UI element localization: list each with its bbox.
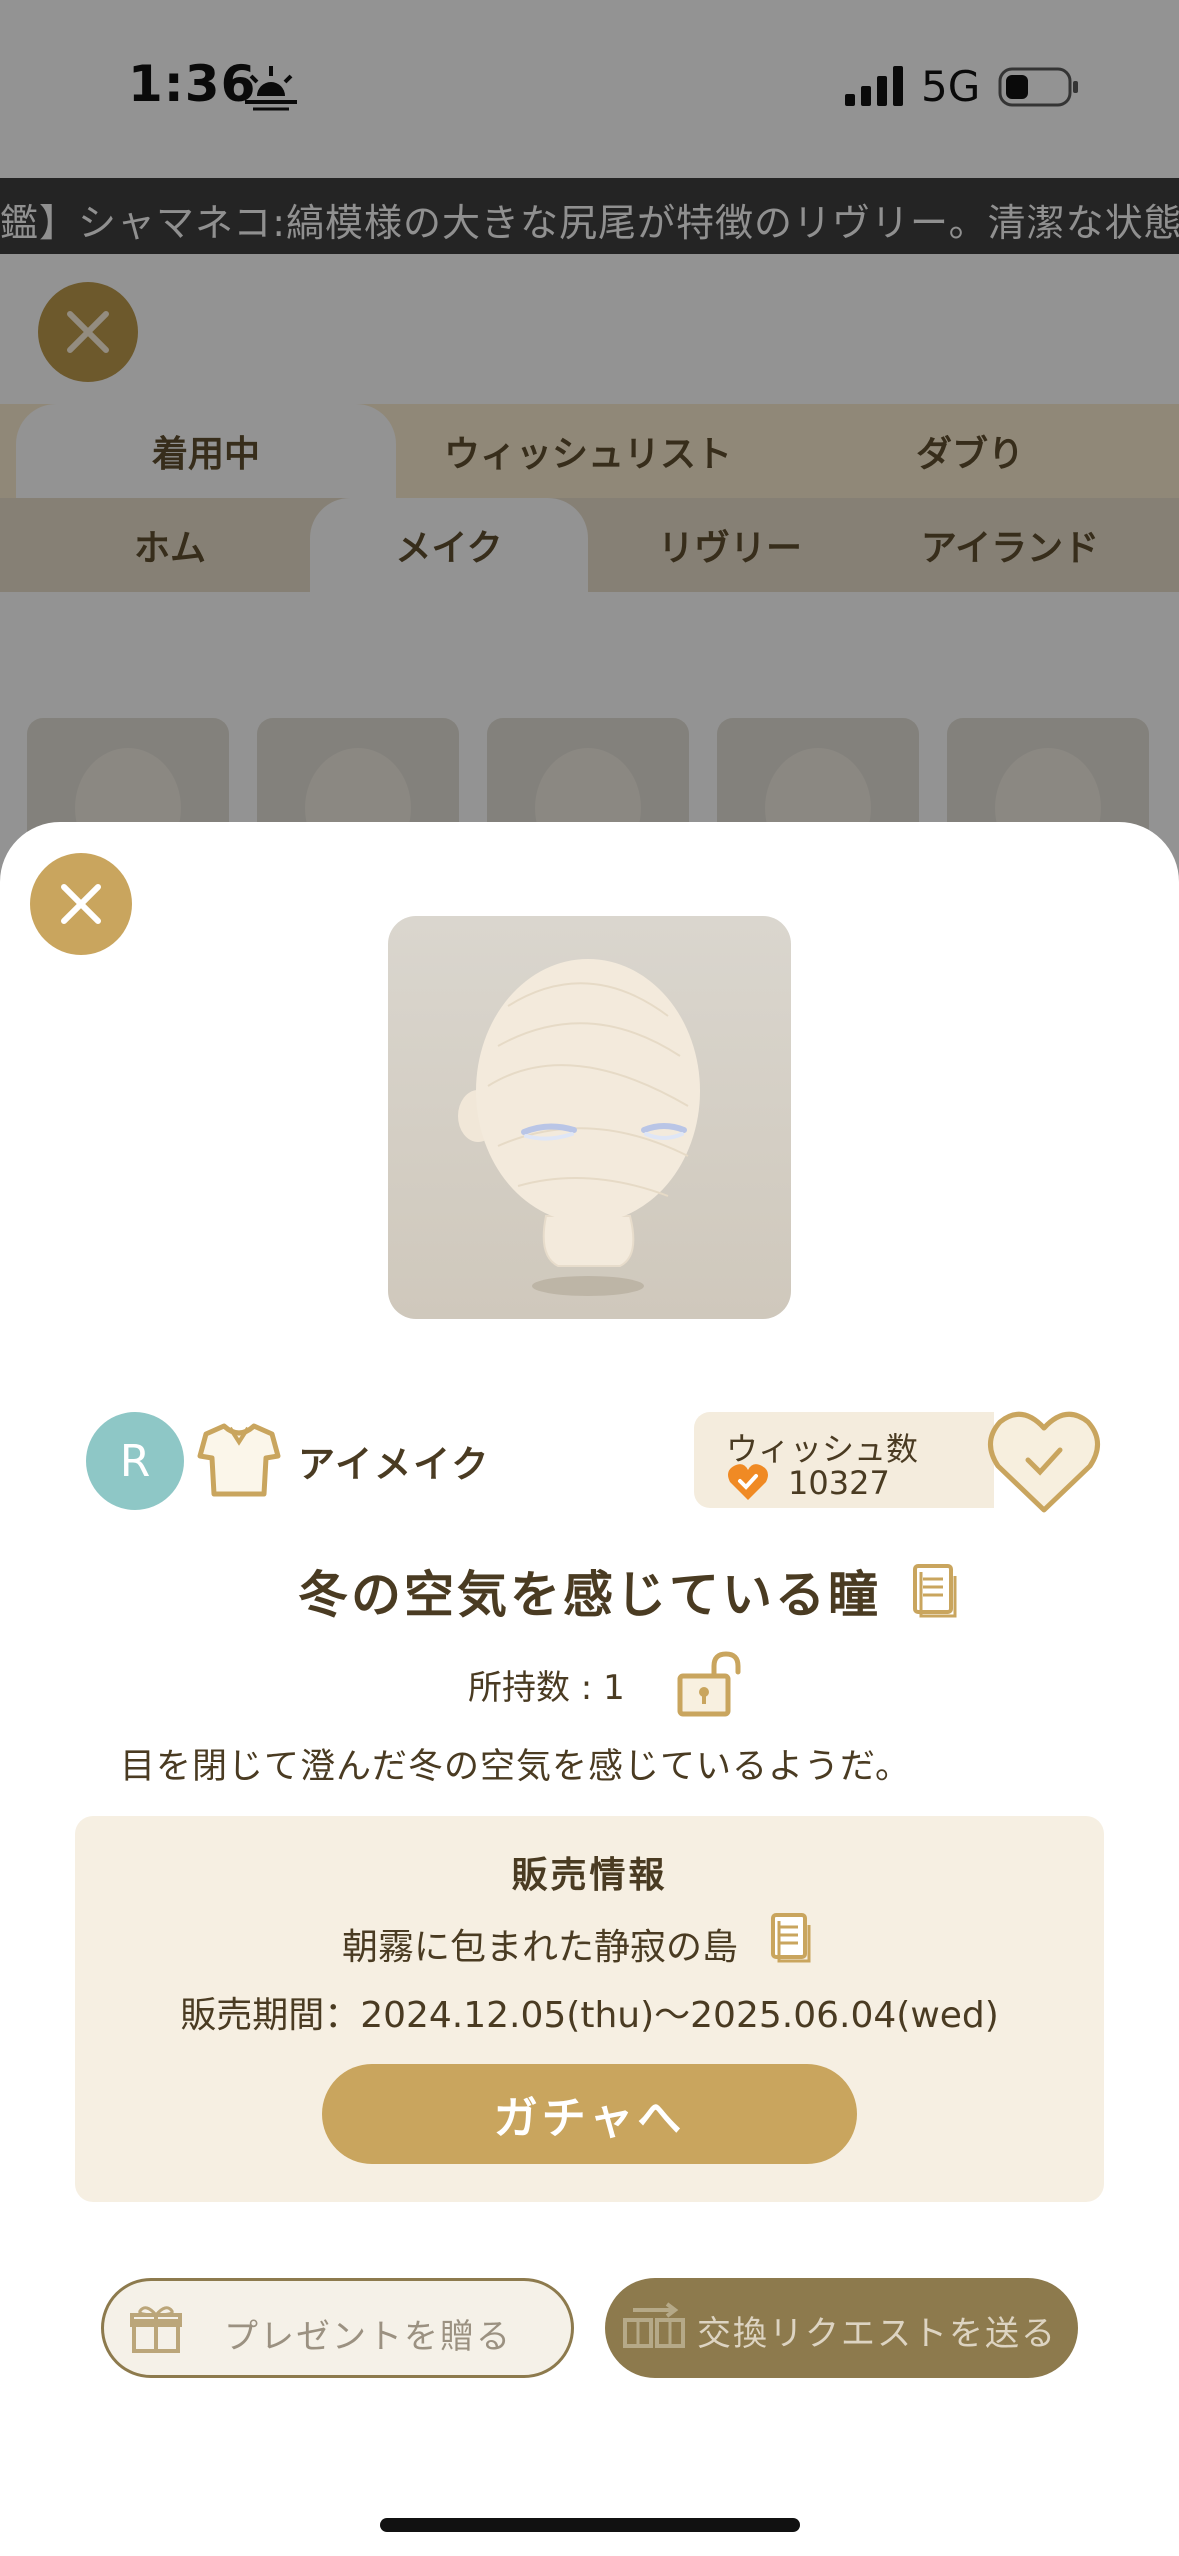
go-to-gacha-button[interactable]: ガチャへ	[322, 2064, 857, 2164]
item-preview-image	[388, 916, 791, 1319]
item-category: アイメイク	[298, 1443, 491, 1486]
item-description: 目を閉じて澄んだ冬の空気を感じているようだ。	[120, 1747, 911, 1787]
send-gift-label: プレゼントを贈る	[224, 2317, 512, 2357]
trade-request-label: 交換リクエストを送る	[697, 2314, 1057, 2354]
shirt-icon	[197, 1423, 281, 1497]
home-indicator[interactable]	[380, 2518, 800, 2532]
sales-period: 販売期間：2024.12.05(thu)〜2025.06.04(wed)	[180, 1995, 999, 2036]
gift-icon	[130, 2306, 182, 2353]
send-gift-button[interactable]: プレゼントを贈る	[101, 2278, 574, 2378]
document-icon[interactable]	[912, 1563, 958, 1619]
owned-count: 所持数 : 1	[468, 1668, 625, 1708]
wishlist-heart-button[interactable]	[986, 1406, 1102, 1516]
modal-close-button[interactable]	[30, 853, 132, 955]
trade-request-button[interactable]: 交換リクエストを送る	[605, 2278, 1078, 2378]
unlock-icon[interactable]	[676, 1650, 746, 1718]
trade-icon	[623, 2302, 685, 2348]
sales-info-heading: 販売情報	[511, 1855, 668, 1896]
close-icon	[61, 884, 101, 924]
item-title: 冬の空気を感じている瞳	[298, 1566, 881, 1624]
rarity-badge: R	[86, 1412, 184, 1510]
wish-count-value: 10327	[788, 1464, 890, 1502]
document-icon[interactable]	[770, 1912, 812, 1964]
sales-source-name: 朝霧に包まれた静寂の島	[342, 1927, 739, 1968]
heart-check-icon	[728, 1464, 768, 1500]
mannequin-head-illustration	[458, 959, 700, 1296]
